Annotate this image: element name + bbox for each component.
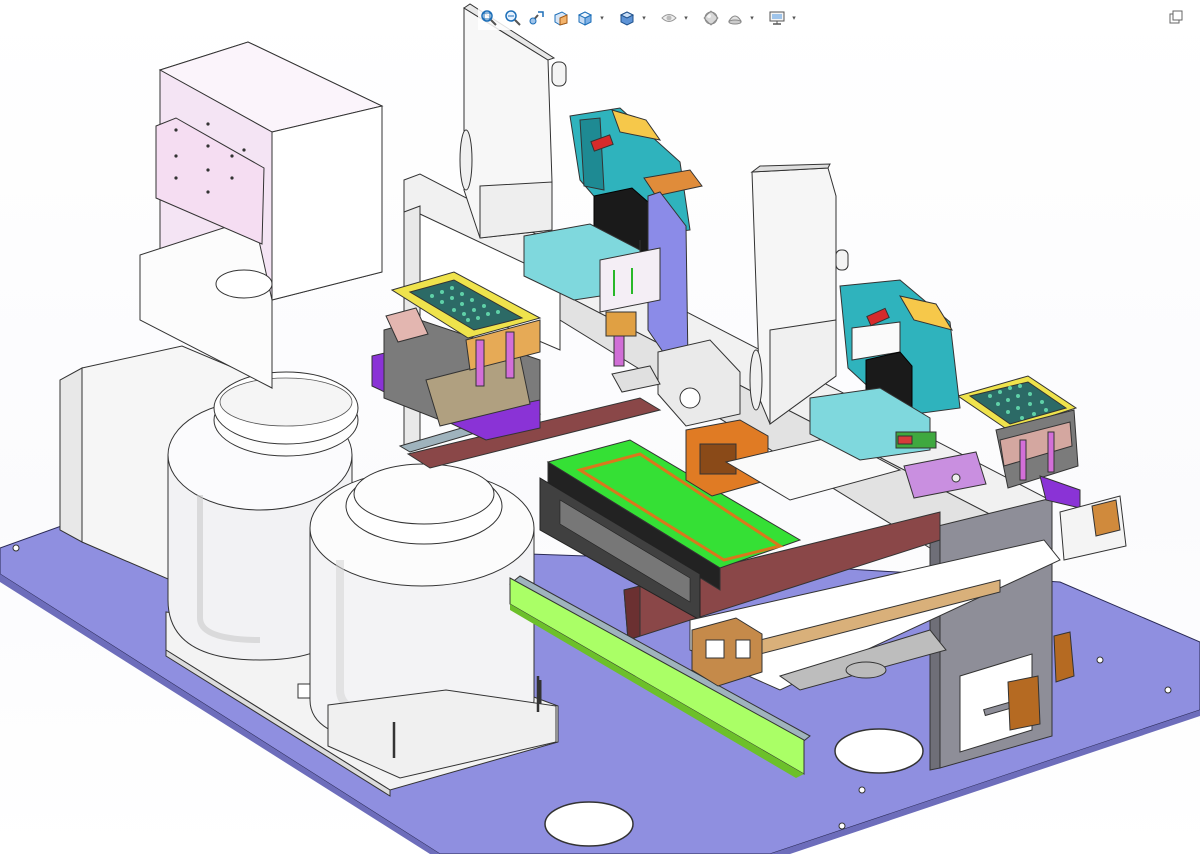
restore-window-icon[interactable] [1166, 8, 1186, 26]
apply-scene-dropdown[interactable]: ▾ [748, 7, 756, 29]
base-plate-screw [12, 544, 20, 552]
base-plate-hole [544, 801, 634, 847]
edit-appearance-icon[interactable] [700, 7, 722, 29]
base-plate-screw [838, 822, 846, 830]
zoom-to-area-icon[interactable] [502, 7, 524, 29]
zoom-to-fit-icon[interactable] [478, 7, 500, 29]
display-style-icon[interactable] [616, 7, 638, 29]
base-plate-screw [1096, 656, 1104, 664]
support-column[interactable] [929, 497, 1053, 771]
apply-scene-icon[interactable] [724, 7, 746, 29]
view-settings-dropdown[interactable]: ▾ [790, 7, 798, 29]
heads-up-view-toolbar: ▾ ▾ ▾ ▾ ▾ [478, 6, 798, 30]
display-style-dropdown[interactable]: ▾ [640, 7, 648, 29]
base-plate-hole [834, 728, 924, 774]
graphics-viewport[interactable] [0, 0, 1200, 854]
camera-tower-left[interactable] [459, 3, 567, 239]
view-orientation-icon[interactable] [574, 7, 596, 29]
cad-application-window: ▾ ▾ ▾ ▾ ▾ [0, 0, 1200, 854]
assembly-model[interactable] [0, 0, 1200, 854]
base-plate-screw [1164, 686, 1172, 694]
base-plate-screw [858, 786, 866, 794]
view-orientation-dropdown[interactable]: ▾ [598, 7, 606, 29]
camera-tower-right[interactable] [749, 163, 849, 425]
hide-show-items-icon[interactable] [658, 7, 680, 29]
hide-show-items-dropdown[interactable]: ▾ [682, 7, 690, 29]
view-settings-icon[interactable] [766, 7, 788, 29]
hopper-cover[interactable] [139, 41, 384, 390]
section-view-icon[interactable] [550, 7, 572, 29]
previous-view-icon[interactable] [526, 7, 548, 29]
